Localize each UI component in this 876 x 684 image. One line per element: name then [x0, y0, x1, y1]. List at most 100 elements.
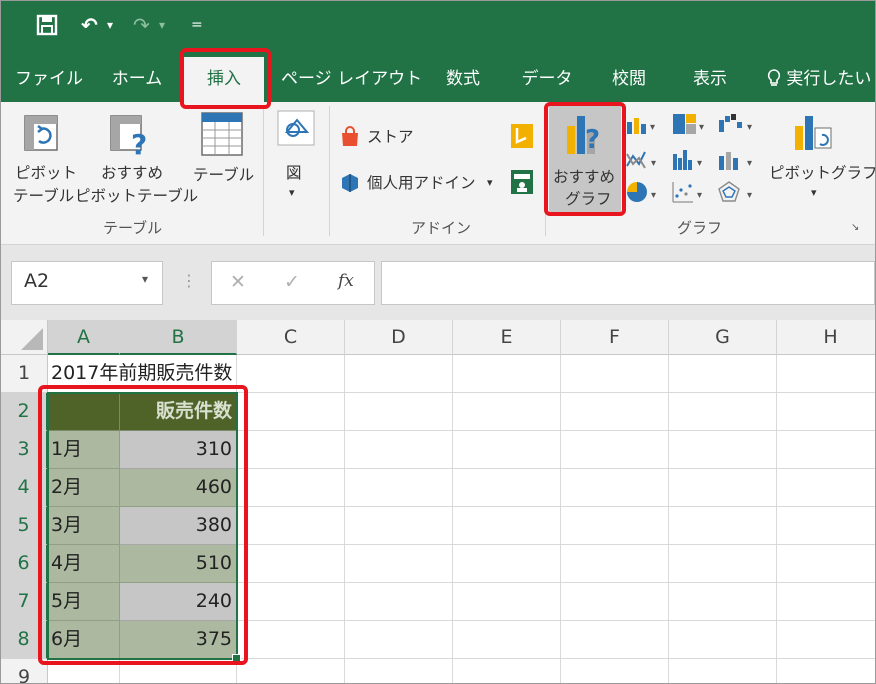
cancel-icon[interactable]: ✕ [230, 271, 246, 293]
empty-cell[interactable] [345, 659, 453, 683]
save-icon[interactable] [35, 13, 59, 42]
dialog-launcher-icon[interactable]: ↘ [851, 222, 859, 233]
tab-formulas[interactable]: 数式 [437, 65, 489, 95]
illustrations-button[interactable]: 図 ▾ [271, 110, 319, 214]
undo-dropdown-icon[interactable]: ▾ [107, 13, 113, 37]
column-header-g[interactable]: G [669, 320, 777, 355]
empty-cell[interactable] [669, 621, 777, 659]
empty-cell[interactable] [237, 469, 345, 507]
empty-cell[interactable] [453, 393, 561, 431]
column-header-c[interactable]: C [237, 320, 345, 355]
empty-cell[interactable] [237, 393, 345, 431]
column-header-h[interactable]: H [777, 320, 875, 355]
waterfall-chart-icon[interactable]: ▾ [717, 112, 757, 136]
my-addins-button[interactable]: 個人用アドイン ▾ [339, 170, 499, 198]
people-graph-icon[interactable] [511, 170, 533, 194]
empty-cell[interactable] [345, 355, 453, 393]
column-header-a[interactable]: A [48, 320, 120, 355]
empty-cell[interactable] [777, 583, 875, 621]
insert-function-icon[interactable]: fx [338, 271, 354, 291]
empty-cell[interactable] [453, 621, 561, 659]
pie-chart-icon[interactable]: ▾ [625, 180, 661, 204]
bing-maps-icon[interactable] [511, 124, 533, 148]
scatter-chart-icon[interactable]: ▾ [671, 180, 707, 204]
redo-icon[interactable]: ↷ [133, 13, 150, 37]
empty-cell[interactable] [561, 431, 669, 469]
column-chart-icon[interactable]: ▾ [625, 114, 659, 136]
tab-file[interactable]: ファイル [15, 65, 83, 95]
tab-page-layout[interactable]: ページ レイアウト [281, 65, 422, 95]
empty-cell[interactable] [237, 621, 345, 659]
empty-cell[interactable] [669, 393, 777, 431]
customize-toolbar-icon[interactable]: = [191, 13, 203, 37]
radar-chart-icon[interactable]: ▾ [717, 180, 757, 204]
empty-cell[interactable] [345, 431, 453, 469]
hierarchy-chart-icon[interactable]: ▾ [671, 112, 707, 136]
empty-cell[interactable] [669, 545, 777, 583]
tell-me-search[interactable]: 実行したい [767, 65, 871, 95]
pivot-table-button[interactable]: ピボット テーブル [11, 110, 77, 214]
redo-dropdown-icon[interactable]: ▾ [159, 13, 165, 37]
empty-cell[interactable] [345, 507, 453, 545]
empty-cell[interactable] [777, 393, 875, 431]
column-header-f[interactable]: F [561, 320, 669, 355]
empty-cell[interactable] [669, 507, 777, 545]
empty-cell[interactable] [777, 431, 875, 469]
column-header-d[interactable]: D [345, 320, 453, 355]
empty-cell[interactable] [669, 355, 777, 393]
empty-cell[interactable] [237, 545, 345, 583]
empty-cell[interactable] [561, 583, 669, 621]
empty-cell[interactable] [561, 393, 669, 431]
tab-home[interactable]: ホーム [107, 65, 167, 95]
chevron-down-icon[interactable]: ▾ [142, 272, 148, 286]
empty-cell[interactable] [669, 659, 777, 683]
empty-cell[interactable] [345, 583, 453, 621]
store-button[interactable]: ストア [339, 124, 499, 152]
empty-cell[interactable] [669, 469, 777, 507]
tab-data[interactable]: データ [519, 65, 575, 95]
empty-cell[interactable] [453, 431, 561, 469]
line-chart-icon[interactable]: ▾ [625, 148, 661, 172]
recommended-pivot-button[interactable]: ? おすすめ ピボットテーブル [75, 110, 198, 214]
empty-cell[interactable] [345, 545, 453, 583]
column-header-b[interactable]: B [120, 320, 237, 355]
select-all-corner[interactable] [1, 320, 48, 355]
empty-cell[interactable] [453, 545, 561, 583]
empty-cell[interactable] [237, 355, 345, 393]
empty-cell[interactable] [345, 621, 453, 659]
empty-cell[interactable] [777, 545, 875, 583]
empty-cell[interactable] [561, 621, 669, 659]
name-box[interactable]: A2 ▾ [11, 261, 163, 305]
splitter-handle[interactable]: ⋮ [181, 271, 197, 290]
statistic-chart-icon[interactable]: ▾ [671, 148, 707, 172]
empty-cell[interactable] [453, 469, 561, 507]
empty-cell[interactable] [777, 355, 875, 393]
empty-cell[interactable] [345, 469, 453, 507]
formula-input[interactable] [381, 261, 875, 305]
empty-cell[interactable] [237, 507, 345, 545]
empty-cell[interactable] [777, 507, 875, 545]
tab-view[interactable]: 表示 [684, 65, 736, 95]
empty-cell[interactable] [669, 431, 777, 469]
empty-cell[interactable] [453, 583, 561, 621]
empty-cell[interactable] [453, 659, 561, 683]
pivot-chart-button[interactable]: ピボットグラフ ▾ [765, 110, 875, 214]
empty-cell[interactable] [453, 355, 561, 393]
combo-chart-icon[interactable]: ▾ [717, 148, 757, 172]
empty-cell[interactable] [669, 583, 777, 621]
column-header-e[interactable]: E [453, 320, 561, 355]
empty-cell[interactable] [561, 355, 669, 393]
empty-cell[interactable] [561, 545, 669, 583]
tab-review[interactable]: 校閲 [603, 65, 655, 95]
empty-cell[interactable] [561, 469, 669, 507]
empty-cell[interactable] [561, 507, 669, 545]
empty-cell[interactable] [237, 659, 345, 683]
empty-cell[interactable] [777, 659, 875, 683]
empty-cell[interactable] [777, 469, 875, 507]
empty-cell[interactable] [453, 507, 561, 545]
undo-icon[interactable]: ↶ [81, 13, 98, 37]
empty-cell[interactable] [777, 621, 875, 659]
enter-icon[interactable]: ✓ [284, 271, 300, 293]
empty-cell[interactable] [345, 393, 453, 431]
empty-cell[interactable] [237, 583, 345, 621]
